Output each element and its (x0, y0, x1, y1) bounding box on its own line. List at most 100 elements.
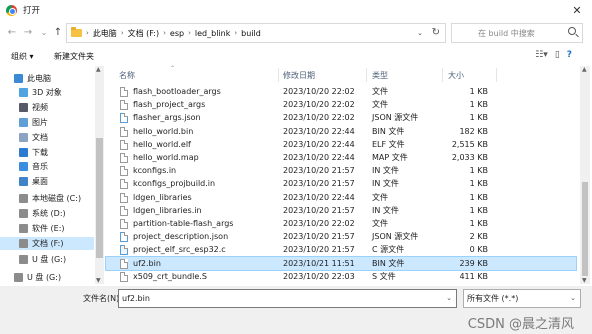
drive-icon (19, 209, 28, 218)
back-arrow-icon[interactable]: ← (6, 26, 18, 40)
file-row[interactable]: project_description.json 2023/10/20 21:57… (106, 230, 576, 243)
sidebar-item-label: 软件 (E:) (32, 224, 65, 233)
file-row[interactable]: x509_crt_bundle.S 2023/10/20 22:03 S 文件 411… (106, 270, 576, 283)
sidebar-item[interactable]: 视频 (0, 101, 94, 114)
breadcrumb-this-pc[interactable]: 此电脑 (93, 28, 117, 39)
scroll-up-arrow-icon[interactable]: ▲ (96, 66, 101, 73)
close-button[interactable]: ✕ (562, 0, 592, 20)
sidebar-item[interactable]: 3D 对象 (0, 86, 94, 99)
breadcrumb-build[interactable]: build (241, 29, 261, 38)
file-type: MAP 文件 (372, 153, 408, 162)
sidebar-item[interactable]: 音乐 (0, 160, 94, 173)
sidebar-item[interactable]: 下载 (0, 146, 94, 159)
folder-icon (71, 27, 82, 37)
breadcrumb-drive-f[interactable]: 文档 (F:) (128, 28, 159, 39)
sidebar-item[interactable]: 此电脑 (0, 72, 94, 85)
search-input[interactable]: 在 build 中搜索 (451, 23, 583, 43)
sidebar-item[interactable]: 图片 (0, 116, 94, 129)
filename-input[interactable]: uf2.bin ⌄ (118, 289, 457, 308)
sidebar-item[interactable]: U 盘 (G:) (0, 271, 94, 284)
file-row[interactable]: uf2.bin 2023/10/21 11:51 BIN 文件 239 KB (105, 255, 577, 271)
sidebar-item[interactable]: 文档 (0, 131, 94, 144)
file-row[interactable]: kconfigs.in 2023/10/20 21:57 IN 文件 1 KB (106, 164, 576, 177)
scroll-up-arrow-icon[interactable]: ▲ (582, 66, 587, 73)
file-type: 文件 (372, 100, 388, 110)
file-list-scrollbar[interactable]: ▲ ▼ (580, 66, 590, 284)
help-icon[interactable]: ? (567, 50, 572, 60)
column-header-size[interactable]: 大小 (448, 66, 464, 84)
file-name: project_elf_src_esp32.c (133, 245, 226, 255)
file-row[interactable]: flash_bootloader_args 2023/10/20 22:02 文件 1… (106, 85, 576, 98)
file-row[interactable]: hello_world.map 2023/10/20 22:44 MAP 文件 2,0… (106, 151, 576, 164)
file-name: x509_crt_bundle.S (133, 271, 207, 281)
file-row[interactable]: flash_project_args 2023/10/20 22:02 文件 1 KB (106, 98, 576, 111)
scrollbar-thumb[interactable] (582, 182, 588, 276)
file-icon (120, 139, 128, 150)
sidebar-item[interactable]: 本地磁盘 (C:) (0, 192, 94, 205)
column-header-modified[interactable]: 修改日期 (283, 66, 315, 84)
view-mode-icon[interactable]: ☷▾ (535, 50, 548, 60)
file-type: IN 文件 (372, 179, 399, 189)
file-modified: 2023/10/20 22:02 (283, 100, 355, 110)
filetype-dropdown-icon[interactable]: ⌄ (570, 290, 576, 307)
file-row[interactable]: ldgen_libraries.in 2023/10/20 21:57 IN 文件 1… (106, 204, 576, 217)
breadcrumb-separator-icon[interactable]: › (121, 29, 124, 37)
file-row[interactable]: hello_world.bin 2023/10/20 22:44 BIN 文件 182… (106, 125, 576, 138)
breadcrumb-led-blink[interactable]: led_blink (195, 29, 230, 38)
file-row[interactable]: flasher_args.json 2023/10/20 22:02 JSON 源文… (106, 111, 576, 124)
sidebar-item-label: 此电脑 (27, 74, 51, 83)
file-row[interactable]: partition-table-flash_args 2023/10/20 22:… (106, 217, 576, 230)
file-row[interactable]: hello_world.elf 2023/10/20 22:44 ELF 文件 2,5… (106, 138, 576, 151)
breadcrumb-esp[interactable]: esp (170, 29, 184, 38)
file-modified: 2023/10/20 21:57 (283, 205, 355, 215)
watermark: CSDN @晨之清风 (467, 317, 574, 332)
column-divider[interactable] (442, 68, 443, 82)
file-icon (120, 192, 128, 203)
refresh-icon[interactable]: ↻ (432, 27, 440, 38)
scroll-down-arrow-icon[interactable]: ▼ (96, 277, 101, 284)
cube-icon (19, 88, 28, 97)
scrollbar-thumb[interactable] (96, 138, 103, 258)
column-header-name[interactable]: 名称 (119, 66, 135, 84)
file-size: 1 KB (469, 113, 488, 123)
breadcrumb-separator-icon[interactable]: › (86, 29, 89, 37)
address-dropdown-icon[interactable]: ⌄ (417, 29, 423, 37)
new-folder-button[interactable]: 新建文件夹 (54, 51, 94, 62)
organize-button[interactable]: 组织 ▾ (11, 51, 34, 62)
sidebar-item[interactable]: 系统 (D:) (0, 207, 94, 220)
sidebar-item-label: 桌面 (32, 177, 48, 186)
forward-arrow-icon[interactable]: → (22, 26, 34, 40)
recent-locations-chevron-icon[interactable]: ⌄ (38, 26, 50, 40)
breadcrumb-separator-icon[interactable]: › (188, 29, 191, 37)
sidebar-item[interactable]: 文档 (F:) (0, 237, 94, 250)
column-divider[interactable] (496, 68, 497, 82)
sidebar-item[interactable]: U 盘 (G:) (0, 253, 94, 266)
filename-dropdown-icon[interactable]: ⌄ (446, 290, 452, 307)
file-size: 1 KB (469, 100, 488, 110)
file-type: BIN 文件 (372, 126, 405, 136)
breadcrumb-separator-icon[interactable]: › (163, 29, 166, 37)
sidebar-item[interactable]: 软件 (E:) (0, 222, 94, 235)
column-divider[interactable] (278, 68, 279, 82)
file-row[interactable]: kconfigs_projbuild.in 2023/10/20 21:57 IN … (106, 177, 576, 190)
sidebar-item[interactable]: 桌面 (0, 175, 94, 188)
file-type: 文件 (372, 87, 388, 96)
up-arrow-icon[interactable]: ↑ (52, 26, 64, 40)
address-bar[interactable]: › 此电脑 › 文档 (F:) › esp › led_blink › buil… (66, 23, 446, 43)
filetype-select[interactable]: 所有文件 (*.*) ⌄ (463, 289, 581, 308)
file-name: flasher_args.json (133, 113, 201, 123)
column-header-type[interactable]: 类型 (372, 66, 388, 84)
file-row[interactable]: ldgen_libraries 2023/10/20 22:44 文件 1 KB (106, 191, 576, 204)
breadcrumb-separator-icon[interactable]: › (234, 29, 237, 37)
file-modified: 2023/10/20 22:02 (283, 219, 355, 228)
column-divider[interactable] (366, 68, 367, 82)
scroll-down-arrow-icon[interactable]: ▼ (582, 277, 587, 284)
file-type: ELF 文件 (372, 139, 405, 149)
file-modified: 2023/10/20 21:57 (283, 232, 355, 242)
sidebar-item-label: U 盘 (G:) (27, 273, 62, 282)
file-row[interactable]: project_elf_src_esp32.c 2023/10/20 21:57 C… (106, 243, 576, 256)
preview-pane-icon[interactable]: ▯ (555, 50, 560, 60)
file-modified: 2023/10/20 22:44 (283, 153, 355, 162)
music-icon (19, 162, 28, 171)
navigation-scrollbar[interactable]: ▲ ▼ (95, 66, 104, 284)
